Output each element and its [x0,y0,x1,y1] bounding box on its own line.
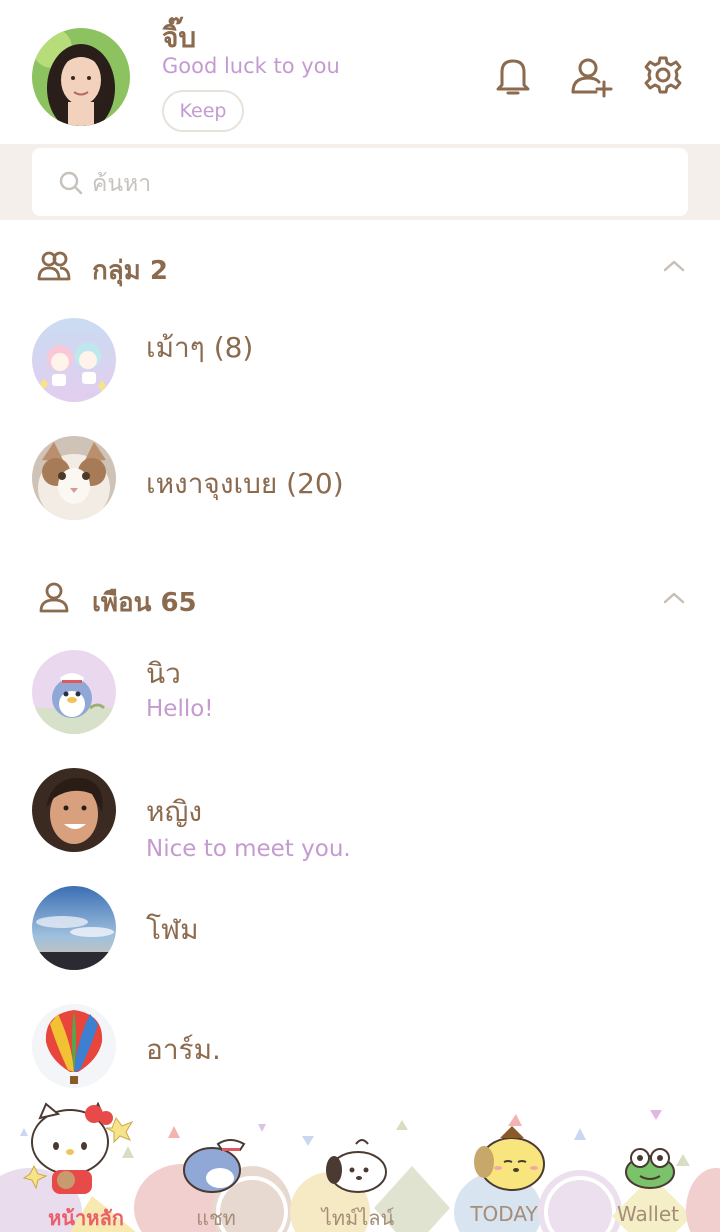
friend-row[interactable]: อาร์ม. [0,992,720,1102]
profile-status-message[interactable]: Good luck to you [162,54,340,78]
group-name: เม้าๆ (8) [146,331,254,364]
tab-wallet[interactable]: Wallet [588,1202,708,1226]
profile-avatar[interactable] [32,28,130,126]
search-placeholder: ค้นหา [92,171,152,197]
groups-section-title: กลุ่ม 2 [92,256,168,286]
profile-header: จิ๊บ Good luck to you Keep [0,0,720,144]
friend-row[interactable]: หญิง Nice to meet you. [0,756,720,866]
little-twin-stars-avatar [32,318,116,402]
tab-today[interactable]: TODAY [444,1202,564,1226]
tuxedo-penguin-avatar [32,650,116,734]
chevron-up-icon[interactable] [662,586,686,610]
bottom-tab-bar: หน้าหลัก แชท ไทม์ไลน์ TODAY Wallet [0,1100,720,1232]
friend-status-message: Hello! [146,696,214,722]
tab-home[interactable]: หน้าหลัก [26,1202,146,1232]
sky-photo-avatar [32,886,116,970]
hot-air-balloon-avatar [32,1004,116,1088]
friends-section-title: เพือน 65 [92,588,197,618]
search-bar-area: ค้นหา [0,144,720,220]
tab-chats[interactable]: แชท [156,1202,276,1232]
group-row[interactable]: เม้าๆ (8) [0,306,720,416]
cat-photo-avatar [32,436,116,520]
friend-row[interactable]: นิว Hello! [0,638,720,748]
chevron-up-icon[interactable] [662,254,686,278]
bell-icon[interactable] [490,52,536,98]
tab-timeline[interactable]: ไทม์ไลน์ [298,1202,418,1232]
search-icon [58,170,84,196]
settings-gear-icon[interactable] [640,52,686,98]
friend-name: นิว [146,657,181,690]
friend-name: โฬม [146,913,199,946]
search-input[interactable]: ค้นหา [32,148,688,216]
groups-section-header[interactable]: กลุ่ม 2 [0,236,720,296]
keep-button[interactable]: Keep [162,90,244,132]
friends-section-header[interactable]: เพือน 65 [0,568,720,628]
group-icon [36,248,72,284]
friend-status-message: Nice to meet you. [146,836,351,862]
woman-photo-avatar [32,768,116,852]
group-name: เหงาจุงเบย (20) [146,467,344,500]
person-icon [36,580,72,616]
friend-row[interactable]: โฬม [0,874,720,984]
group-row[interactable]: เหงาจุงเบย (20) [0,424,720,534]
add-friend-icon[interactable] [568,52,614,98]
friend-name: หญิง [146,795,202,828]
friend-name: อาร์ม. [146,1033,221,1066]
